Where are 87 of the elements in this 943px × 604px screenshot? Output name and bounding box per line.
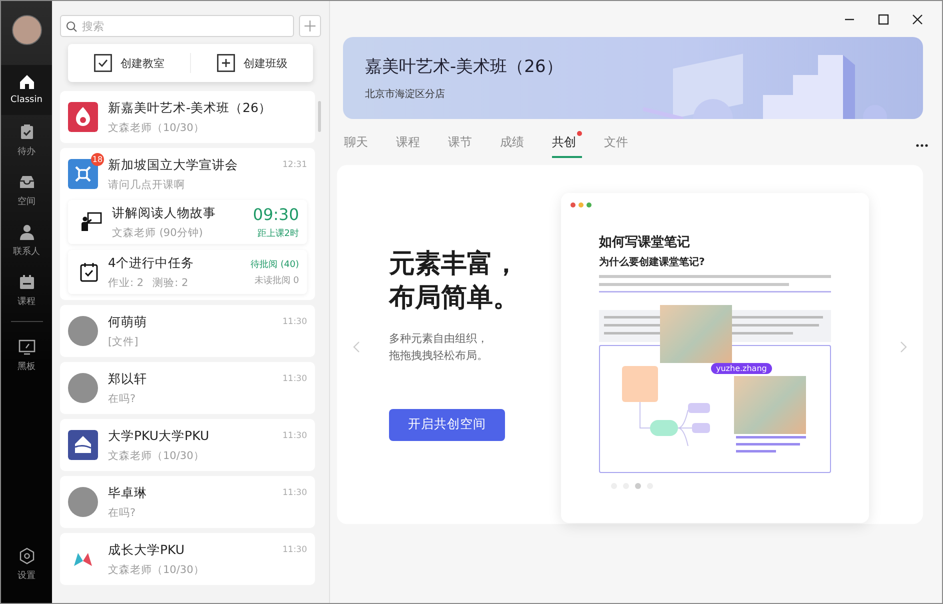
conversation-card[interactable]: 毕卓琳 11:30 在吗? bbox=[60, 476, 315, 528]
avatar bbox=[68, 316, 98, 346]
create-button[interactable]: 创建班级 bbox=[191, 48, 313, 78]
search-icon bbox=[66, 21, 77, 32]
promo-headline: 元素丰富， 布局简单。 bbox=[389, 248, 520, 315]
message-time: 11:30 bbox=[282, 431, 307, 441]
conversation-card[interactable]: 何萌萌 11:30 [文件] bbox=[60, 305, 315, 357]
nav-item[interactable]: 黑板 bbox=[1, 330, 52, 380]
avatar bbox=[68, 373, 98, 403]
nav-item[interactable]: 课程 bbox=[1, 265, 52, 315]
message-preview: 请问几点开课啊 bbox=[108, 178, 186, 192]
clipboard-check-icon bbox=[80, 262, 98, 282]
person-icon bbox=[18, 223, 36, 241]
checkbox-check-icon bbox=[94, 54, 112, 72]
conversation-title: 新加坡国立大学宣讲会 bbox=[108, 156, 238, 174]
card-title: 讲解阅读人物故事 bbox=[112, 204, 217, 222]
message-time: 12:31 bbox=[282, 160, 307, 170]
search-field[interactable]: 搜索 bbox=[60, 15, 294, 37]
promo-description: 多种元素自由组织， 拖拖拽拽轻松布局。 bbox=[389, 330, 489, 364]
close-icon bbox=[912, 14, 922, 24]
conversation-card[interactable]: 大学PKU大学PKU 11:30 文森老师（10/30） bbox=[60, 419, 315, 471]
message-preview: 文森老师（10/30） bbox=[108, 448, 206, 462]
conversation-card[interactable]: 18 新加坡国立大学宣讲会 12:31 请问几点开课啊 讲解阅读人物故事 文森老师 (90分钟) 09:30 距上课2时 4个进行中任务 作业: 2 测验: 2 待批阅 (40) 未读批阅 0 bbox=[60, 148, 315, 300]
lesson-time: 09:30 bbox=[252, 204, 299, 224]
task-count: 作业: 2 bbox=[108, 276, 144, 290]
calendar-icon bbox=[18, 273, 36, 291]
inbox-tray-icon bbox=[18, 173, 36, 191]
lesson-card[interactable]: 讲解阅读人物故事 文森老师 (90分钟) 09:30 距上课2时 bbox=[68, 200, 307, 244]
nav-item[interactable]: 待办 bbox=[1, 115, 52, 165]
settings-button[interactable]: 设置 bbox=[1, 539, 52, 589]
conversation-card[interactable]: 新嘉美叶艺术-美术班（26） 文森老师（10/30） bbox=[60, 91, 315, 143]
monitor-pen-icon bbox=[18, 338, 36, 356]
document-heading: 为什么要创建课堂笔记? bbox=[599, 256, 705, 269]
message-preview: [文件] bbox=[108, 334, 140, 348]
conversation-card[interactable]: 成长大学PKU 11:30 文森老师（10/30） bbox=[60, 533, 315, 585]
nav-item[interactable]: 联系人 bbox=[1, 215, 52, 265]
nav-item[interactable]: Classin bbox=[1, 65, 52, 115]
conversation-title: 何萌萌 bbox=[108, 314, 147, 330]
message-preview: 在吗? bbox=[108, 506, 137, 520]
photo-placeholder bbox=[734, 376, 806, 434]
message-time: 11:30 bbox=[282, 488, 307, 498]
avatar bbox=[68, 487, 98, 517]
conversation-title: 毕卓琳 bbox=[108, 484, 147, 502]
message-preview: 文森老师（10/30） bbox=[108, 562, 206, 576]
card-title: 4个进行中任务 bbox=[108, 254, 195, 272]
document-title: 如何写课堂笔记 bbox=[599, 234, 690, 251]
nav-item[interactable]: 空间 bbox=[1, 165, 52, 215]
user-name-tag: yuzhe.zhang bbox=[711, 363, 772, 374]
status-note: 未读批阅 0 bbox=[254, 274, 299, 286]
task-count: 测验: 2 bbox=[152, 276, 188, 290]
class-title: 嘉美叶艺术-美术班（26） bbox=[365, 56, 563, 78]
more-icon bbox=[916, 144, 928, 146]
settings-icon bbox=[18, 547, 36, 565]
add-button[interactable] bbox=[299, 15, 321, 37]
conversation-title: 郑以轩 bbox=[108, 370, 147, 388]
message-time: 11:30 bbox=[282, 317, 307, 327]
group-logo-icon bbox=[68, 102, 98, 132]
review-status[interactable]: 待批阅 (40) bbox=[250, 258, 299, 270]
conversation-card[interactable]: 郑以轩 11:30 在吗? bbox=[60, 362, 315, 414]
page-dot[interactable] bbox=[635, 483, 641, 489]
message-preview: 文森老师（10/30） bbox=[108, 120, 206, 134]
caption-lines-drawing bbox=[736, 434, 808, 454]
photo-placeholder bbox=[660, 305, 732, 363]
group-logo-icon bbox=[68, 430, 98, 460]
chevron-right-icon bbox=[900, 341, 907, 353]
plus-icon bbox=[304, 20, 316, 32]
chevron-left-icon bbox=[353, 341, 360, 353]
maximize-icon bbox=[878, 14, 888, 24]
task-card[interactable]: 4个进行中任务 作业: 2 测验: 2 待批阅 (40) 未读批阅 0 bbox=[68, 250, 307, 294]
teacher-board-icon bbox=[80, 212, 102, 232]
card-subtitle: 文森老师 (90分钟) bbox=[112, 226, 204, 240]
tab[interactable]: 共创 bbox=[552, 128, 582, 158]
branch-name: 北京市海淀区分店 bbox=[365, 88, 446, 101]
status-note: 距上课2时 bbox=[257, 228, 299, 240]
user-avatar[interactable] bbox=[12, 15, 42, 45]
open-space-button[interactable]: 开启共创空间 bbox=[389, 408, 505, 441]
conversation-title: 大学PKU大学PKU bbox=[108, 428, 210, 444]
scrollbar-thumb[interactable] bbox=[318, 101, 321, 132]
create-button[interactable]: 创建教室 bbox=[68, 48, 190, 78]
plus-square-icon bbox=[216, 54, 234, 72]
conversation-title: 成长大学PKU bbox=[108, 542, 185, 558]
message-time: 11:30 bbox=[282, 545, 307, 555]
message-time: 11:30 bbox=[282, 374, 307, 384]
message-preview: 在吗? bbox=[108, 392, 137, 406]
home-icon bbox=[18, 73, 36, 91]
unread-badge: 18 bbox=[91, 153, 104, 166]
conversation-title: 新嘉美叶艺术-美术班（26） bbox=[108, 100, 272, 116]
